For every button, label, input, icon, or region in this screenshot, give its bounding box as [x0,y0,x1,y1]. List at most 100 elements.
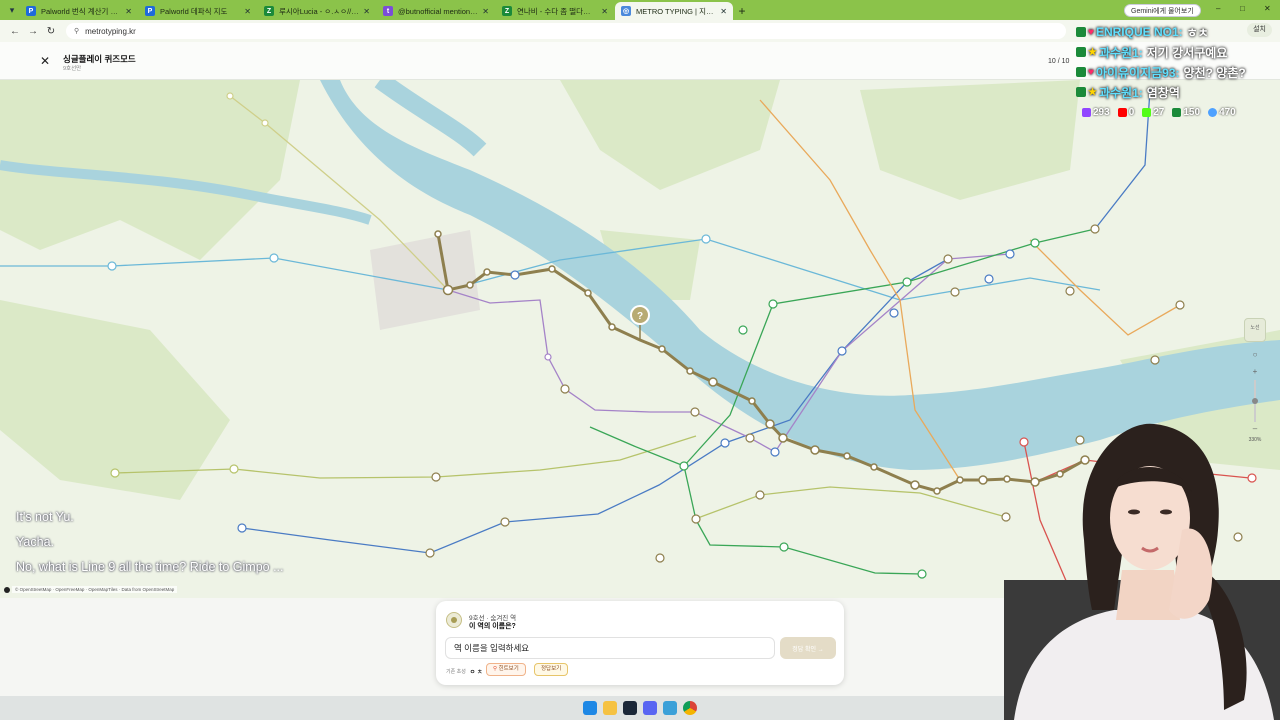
stat-value: 470 [1219,107,1236,118]
star-icon: ★ [1088,46,1097,58]
twitch-icon [1082,108,1091,117]
tab-close-icon[interactable]: ✕ [244,7,251,16]
stat-value: 0 [1128,107,1135,118]
tab-title: Palworld 번식 계산기 팔 모드 [41,6,121,16]
maximize-icon[interactable]: □ [1240,4,1245,13]
url-bar[interactable]: ⚲ metrotyping.kr [66,23,1066,39]
file-explorer-icon[interactable] [603,701,617,715]
hint-meta-value: ㅇ ㅊ [469,670,483,676]
chat-message: ★ 과수원1: 염창역 [1076,82,1280,102]
tab-search-icon[interactable]: ▾ [4,0,20,20]
caption-line: Yacha. [16,535,54,549]
map-attribution: © OpenStreetMap · OpenFreeMap · OpenMapT… [12,586,178,593]
zoom-slider[interactable] [1252,380,1258,422]
start-icon[interactable] [583,701,597,715]
tab-favicon: ◎ [621,6,631,16]
stat-value: 293 [1093,107,1110,118]
hint-meta-label: 기존 초성 [446,669,466,675]
chat-text: 저기 강서구예요 [1146,45,1228,60]
answer-input[interactable] [445,637,775,659]
chat-text: 양천? 양촌? [1183,65,1246,80]
info-icon[interactable] [4,587,10,593]
tab-title: 루시아Lucia - ㅇ.ㅅㅇ// 상냥카 [279,6,359,16]
tab-close-icon[interactable]: ✕ [482,7,489,16]
chat-username: ENRIQUE NO1: [1095,25,1183,39]
star-icon: ★ [1088,86,1097,98]
stream-chat-overlay: ♥ ENRIQUE NO1: ㅎㅊ ★ 과수원1: 저기 강서구예요 ♥ 아이유… [1076,22,1280,102]
chat-message: ♥ 아이유이지금93: 양천? 양촌? [1076,62,1280,82]
twitch-viewers: 293 [1082,107,1110,118]
gemini-button[interactable]: Gemini에게 물어보기 [1124,4,1201,17]
close-icon[interactable]: ✕ [38,54,52,68]
chat-username: 과수원1: [1098,85,1143,100]
browser-tab-3[interactable]: Z 루시아Lucia - ㅇ.ㅅㅇ// 상냥카 ✕ [258,2,376,20]
webcam-overlay [1004,420,1280,720]
tab-favicon: t [383,6,393,16]
chzzk-badge-icon [1076,27,1086,37]
quiz-progress: 10 / 10 [1048,58,1070,65]
reload-icon[interactable]: ↻ [42,26,60,37]
chzzk-badge-icon [1076,67,1086,77]
submit-answer-button[interactable]: 정답 확인 → [780,637,836,659]
browser-tab-5[interactable]: Z 연나비 - 수다 좀 떨다가 소울~ ✕ [496,2,614,20]
chat-message: ♥ ENRIQUE NO1: ㅎㅊ [1076,22,1280,42]
new-tab-icon[interactable]: + [734,2,750,20]
tab-close-icon[interactable]: ✕ [601,7,608,16]
locate-icon[interactable]: ○ [1244,350,1266,359]
chat-text: 염창역 [1146,85,1180,100]
tab-favicon: Z [502,6,512,16]
zoom-in-icon[interactable]: + [1244,367,1266,376]
youtube-icon [1117,108,1127,117]
caption-line: It's not Yu. [16,510,74,524]
steam-icon[interactable] [623,701,637,715]
quiz-question: 이 역의 이름은? [469,623,516,630]
chat-username: 아이유이지금93: [1095,65,1180,80]
chat-text: ㅎㅊ [1186,25,1209,40]
youtube-viewers: 0 [1117,107,1135,118]
browser-tab-1[interactable]: P Palworld 번식 계산기 팔 모드 ✕ [20,2,138,20]
notepad-icon[interactable] [663,701,677,715]
tab-title: Palworld 데파식 지도 [160,6,228,16]
chzzk-badge-icon [1076,47,1086,57]
tab-close-icon[interactable]: ✕ [125,7,132,16]
tab-close-icon[interactable]: ✕ [363,7,370,16]
layer-toggle-button[interactable]: 노선 [1244,318,1266,342]
show-answer-button[interactable]: 정답보기 [534,663,569,676]
svg-text:?: ? [637,311,643,322]
chat-message: ★ 과수원1: 저기 강서구예요 [1076,42,1280,62]
browser-tab-2[interactable]: P Palworld 데파식 지도 ✕ [139,2,257,20]
kick-viewers: 27 [1142,107,1164,118]
caption-overlay: It's not Yu. Yacha. No, what is Line 9 a… [16,505,316,575]
show-hint-label: 힌트보기 [498,666,519,672]
chrome-icon[interactable] [683,701,697,715]
back-icon[interactable]: ← [6,26,24,37]
zoom-handle[interactable] [1252,398,1258,404]
person-icon [1208,108,1218,117]
chzzk-icon [1172,108,1182,117]
site-info-icon[interactable]: ⚲ [74,27,79,35]
forward-icon[interactable]: → [24,26,42,37]
show-hint-button[interactable]: ⚲ 힌트보기 [486,663,526,676]
kick-icon [1142,108,1152,117]
tab-close-icon[interactable]: ✕ [720,7,727,16]
total-viewers: 470 [1208,107,1236,118]
browser-tab-4[interactable]: t @butnofficial mentioned ✕ [377,2,495,20]
quiz-panel: 9호선 · 숨겨진 역 이 역의 이름은? 정답 확인 → 기존 초성 ㅇ ㅊ … [436,601,844,685]
tab-title: 연나비 - 수다 좀 떨다가 소울~ [517,6,597,16]
close-window-icon[interactable]: ✕ [1264,4,1271,13]
chat-username: 과수원1: [1098,45,1143,60]
minimize-icon[interactable]: – [1216,4,1220,13]
initial-consonant-hint: 기존 초성 ㅇ ㅊ [446,667,483,676]
stat-value: 27 [1153,107,1165,118]
chzzk-viewers: 150 [1172,107,1200,118]
chzzk-badge-icon [1076,87,1086,97]
heart-icon: ♥ [1088,66,1094,78]
discord-icon[interactable] [643,701,657,715]
tab-favicon: Z [264,6,274,16]
tab-title: METRO TYPING | 지하철 타이~ [636,6,716,16]
browser-tab-6-active[interactable]: ◎ METRO TYPING | 지하철 타이~ ✕ [615,2,733,20]
tab-strip: ▾ P Palworld 번식 계산기 팔 모드 ✕ P Palworld 데파… [0,0,1280,20]
streamer-figure [1004,423,1280,720]
viewer-stats: 293 0 27 150 470 [1082,107,1236,118]
tab-favicon: P [145,6,155,16]
